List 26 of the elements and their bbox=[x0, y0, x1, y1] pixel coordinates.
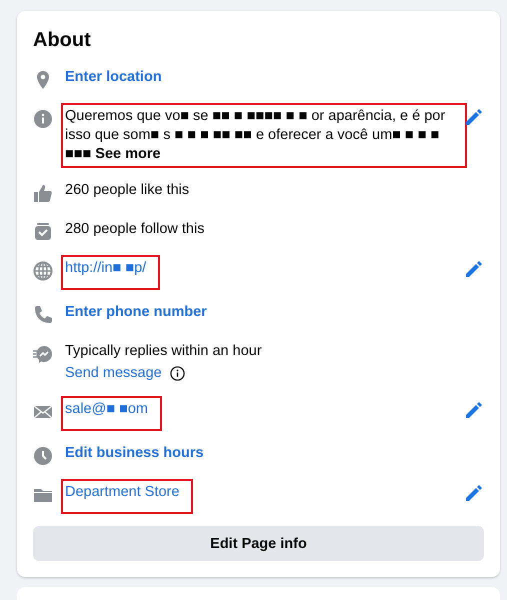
clock-icon bbox=[33, 446, 53, 466]
info-text: 260 people like this bbox=[65, 181, 190, 200]
messenger-icon bbox=[33, 344, 53, 364]
pencil-icon[interactable] bbox=[464, 259, 484, 279]
phone-icon bbox=[33, 305, 53, 325]
info-link[interactable]: Edit business hours bbox=[65, 445, 204, 461]
follow-box-icon bbox=[33, 222, 53, 242]
section-title: About bbox=[33, 29, 92, 52]
info-text: 280 people follow this bbox=[65, 220, 204, 239]
globe-icon bbox=[33, 261, 53, 281]
info-link[interactable]: http://in■ ■p/ bbox=[65, 259, 156, 286]
thumbs-up-icon bbox=[33, 183, 53, 203]
info-text: Typically replies within an hour bbox=[65, 342, 262, 361]
info-icon[interactable] bbox=[170, 366, 185, 381]
info-text: Queremos que vo■ se ■■ ■ ■■■■ ■ ■ or aparência, e é por isso que som■ s ■ ■ ■ ■■ ■■ e oferecer a você um■ ■ ■ ■ ■■■ See more bbox=[65, 107, 446, 164]
info-link[interactable]: Enter phone number bbox=[65, 304, 207, 320]
see-more-link[interactable]: See more bbox=[95, 146, 161, 162]
send-message-link[interactable]: Send message bbox=[65, 364, 162, 383]
edit-page-info-button[interactable]: Edit Page info bbox=[33, 526, 484, 561]
pencil-icon[interactable] bbox=[464, 400, 484, 420]
info-link[interactable]: sale@■ ■om bbox=[65, 400, 158, 427]
info-icon bbox=[33, 109, 53, 129]
info-link[interactable]: Enter location bbox=[65, 69, 162, 85]
pencil-icon[interactable] bbox=[464, 483, 484, 503]
pencil-icon[interactable] bbox=[464, 107, 484, 127]
info-link[interactable]: Department Store bbox=[65, 483, 190, 510]
